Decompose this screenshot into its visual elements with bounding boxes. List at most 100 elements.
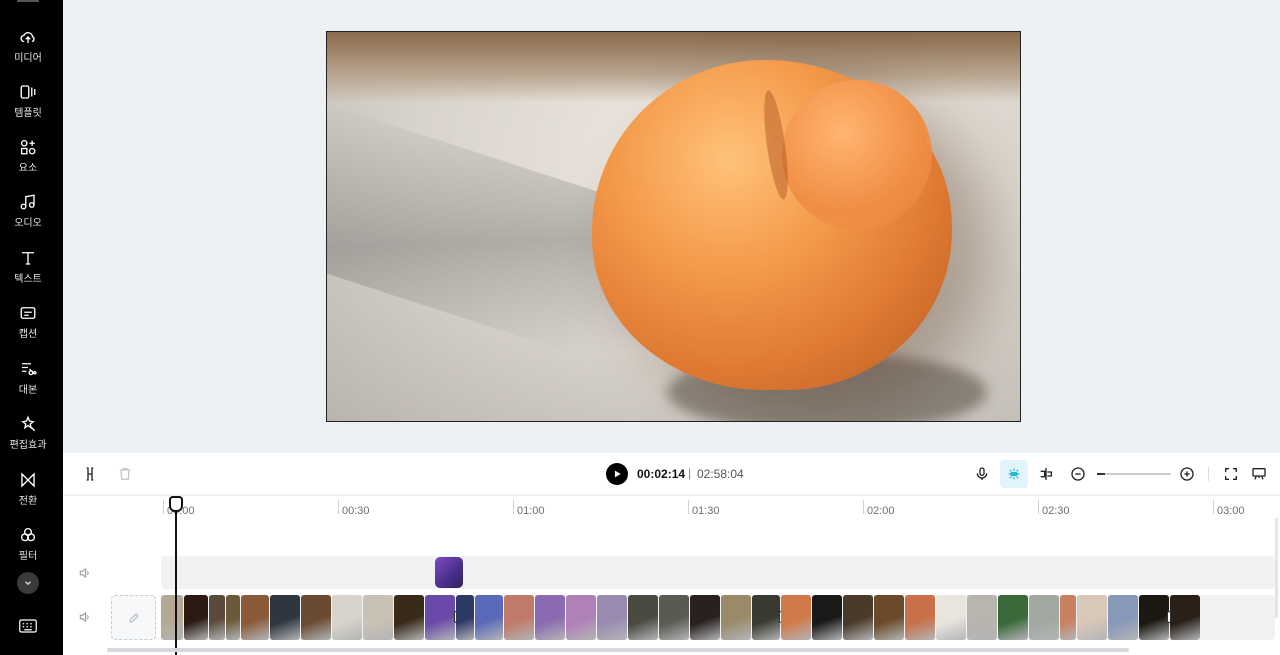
video-clip-thumbnail[interactable] [394, 595, 424, 640]
sidebar-item-captions[interactable]: 캡션 [0, 302, 56, 350]
video-clip-thumbnail[interactable] [690, 595, 720, 640]
playhead-handle[interactable] [169, 496, 183, 512]
cover-edit-slot[interactable] [111, 595, 156, 640]
sidebar-item-label: 오디오 [14, 218, 42, 229]
ruler-tick [163, 500, 164, 514]
sidebar-item-label: 전환 [18, 496, 38, 507]
video-clip-thumbnail[interactable] [752, 595, 783, 640]
plus-circle-icon [1180, 467, 1194, 481]
overlay-clip[interactable] [435, 557, 463, 588]
zoom-in-button[interactable] [1176, 463, 1198, 485]
video-clip-thumbnail[interactable] [161, 595, 183, 640]
sidebar-item-media[interactable]: 미디어 [0, 26, 56, 74]
toolbar-divider [1208, 467, 1209, 481]
video-clip-thumbnail[interactable] [1029, 595, 1059, 640]
total-duration: 02:58:04 [697, 467, 744, 481]
elements-icon [20, 139, 36, 155]
video-clip-thumbnail[interactable] [425, 595, 458, 640]
sidebar-item-script[interactable]: 대본 [0, 358, 56, 406]
video-clip-thumbnail[interactable] [456, 595, 474, 640]
sidebar-item-elements[interactable]: 요소 [0, 136, 56, 184]
video-clip-thumbnail[interactable] [998, 595, 1028, 640]
play-button[interactable] [606, 463, 628, 485]
sidebar-expand-button[interactable] [17, 572, 39, 594]
video-clip-thumbnail[interactable] [905, 595, 935, 640]
video-clip-thumbnail[interactable] [301, 595, 331, 640]
video-clip-thumbnail[interactable] [566, 595, 596, 640]
video-clip-thumbnail[interactable] [874, 595, 904, 640]
video-clip-thumbnail[interactable] [1139, 595, 1169, 640]
overlay-track[interactable] [161, 556, 1275, 589]
split-button[interactable] [79, 463, 101, 485]
video-clip-thumbnail[interactable] [781, 595, 811, 640]
video-clip-thumbnail[interactable] [226, 595, 240, 640]
ruler-label: 02:00 [867, 505, 895, 517]
horizontal-scrollbar[interactable] [107, 648, 1129, 652]
video-clip-thumbnail[interactable] [659, 595, 689, 640]
auto-snap-toggle[interactable] [1000, 460, 1028, 488]
trash-icon [119, 468, 131, 480]
speaker-icon[interactable] [77, 566, 93, 580]
sidebar-item-audio[interactable]: 오디오 [0, 191, 56, 239]
ruler-label: 03:00 [1217, 505, 1245, 517]
video-clip-thumbnail[interactable] [843, 595, 873, 640]
sidebar-item-filters[interactable]: 필터 [0, 524, 56, 572]
video-clip-thumbnail[interactable] [967, 595, 997, 640]
fullscreen-button[interactable] [1220, 463, 1242, 485]
delete-button[interactable] [114, 463, 136, 485]
split-screen-button[interactable] [1035, 463, 1057, 485]
peach-image [592, 60, 952, 390]
time-separator: | [688, 466, 692, 480]
zoom-slider[interactable] [1097, 473, 1171, 475]
sidebar-top-divider [17, 0, 39, 2]
video-preview-frame[interactable] [326, 31, 1021, 422]
video-clip-thumbnail[interactable] [332, 595, 362, 640]
fullscreen-icon [1225, 468, 1237, 480]
sidebar-item-text[interactable]: 텍스트 [0, 247, 56, 295]
ruler-tick [1038, 500, 1039, 514]
video-clip-thumbnail[interactable] [812, 595, 842, 640]
ruler-tick [513, 500, 514, 514]
sidebar-item-label: 텍스트 [14, 274, 42, 285]
video-clip-thumbnail[interactable] [1060, 595, 1076, 640]
video-clip-thumbnail[interactable] [270, 595, 300, 640]
video-clip-thumbnail[interactable] [628, 595, 658, 640]
video-clip-thumbnail[interactable] [1108, 595, 1138, 640]
sidebar-item-transitions[interactable]: 전환 [0, 469, 56, 517]
video-clip-thumbnail[interactable] [936, 595, 966, 640]
video-clip-thumbnail[interactable] [1167, 595, 1200, 640]
video-clip-thumbnail[interactable] [504, 595, 534, 640]
video-clip-thumbnail[interactable] [721, 595, 751, 640]
sidebar-item-templates[interactable]: 템플릿 [0, 81, 56, 129]
playhead-line [175, 506, 177, 655]
align-split-icon [1040, 468, 1052, 480]
video-clip-thumbnail[interactable] [363, 595, 393, 640]
video-clip-thumbnail[interactable] [184, 595, 208, 640]
split-icon [86, 467, 94, 481]
clip-trim-handle[interactable] [1167, 611, 1171, 623]
video-clip-thumbnail[interactable] [535, 595, 565, 640]
minus-circle-icon [1071, 467, 1085, 481]
monitor-icon [1252, 468, 1266, 480]
music-note-icon [20, 194, 35, 210]
video-clip-thumbnail[interactable] [475, 595, 503, 640]
speaker-icon[interactable] [77, 610, 93, 624]
chevron-down-icon [25, 581, 31, 586]
ruler-tick [1213, 500, 1214, 514]
text-t-icon [22, 252, 34, 265]
video-clip-thumbnail[interactable] [209, 595, 225, 640]
ruler-tick [688, 500, 689, 514]
video-clip-thumbnail[interactable] [1077, 595, 1107, 640]
current-time: 00:02:14 [637, 467, 686, 481]
display-settings-button[interactable] [1248, 463, 1270, 485]
video-clip-thumbnail[interactable] [241, 595, 269, 640]
vertical-scrollbar[interactable] [1275, 518, 1278, 618]
zoom-out-button[interactable] [1067, 463, 1089, 485]
ruler-tick [338, 500, 339, 514]
filter-icon [20, 527, 36, 542]
timeline-panel: 00:00 00:30 01:00 01:30 02:00 02:30 03:00 [63, 496, 1280, 655]
sidebar-item-effects[interactable]: 편집효과 [0, 413, 56, 461]
video-clip-thumbnail[interactable] [597, 595, 627, 640]
keyboard-icon[interactable] [19, 619, 37, 633]
record-voice-button[interactable] [971, 463, 993, 485]
